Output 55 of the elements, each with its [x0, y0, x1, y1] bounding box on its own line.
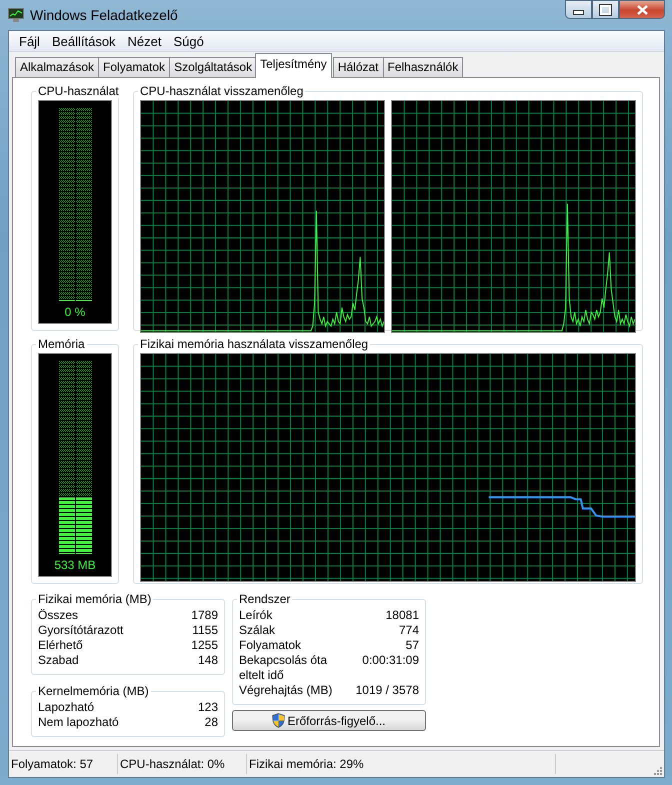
maximize-button[interactable] [592, 0, 619, 19]
stat-label: Összes [38, 608, 78, 623]
close-icon [636, 4, 648, 14]
menu-item[interactable]: Beállítások [46, 32, 122, 50]
stat-label: Folyamatok [239, 638, 302, 653]
group-title: Rendszer [238, 592, 292, 606]
tab[interactable]: Teljesítmény [255, 53, 332, 78]
minimize-icon [573, 10, 584, 15]
shield-icon [272, 713, 286, 728]
stat-label: Elérhető [38, 638, 83, 653]
window-title: Windows Feladatkezelő [30, 7, 179, 23]
menu-item[interactable]: Nézet [122, 32, 168, 50]
minimize-button[interactable] [565, 0, 592, 19]
tab[interactable]: Felhasználók [382, 57, 464, 77]
stat-value: 1155 [192, 623, 218, 638]
stat-value: 1255 [191, 638, 218, 653]
status-text: Fizikai memória: 29% [247, 754, 556, 774]
tab[interactable]: Szolgáltatások [169, 57, 258, 77]
group-title: Fizikai memória (MB) [37, 592, 152, 606]
stat-label: Leírók [239, 608, 272, 623]
menu-item[interactable]: Fájl [13, 32, 46, 50]
stat-value: 1789 [191, 608, 218, 623]
size-grip-icon[interactable] [652, 765, 662, 775]
stat-value: 18081 [386, 608, 419, 623]
group-title: Kernelmemória (MB) [37, 684, 150, 698]
tab[interactable]: Alkalmazások [15, 57, 100, 77]
close-button[interactable] [619, 0, 665, 19]
stat-value: 0:00:31:09 [362, 653, 419, 668]
group-title: CPU-használat visszamenőleg [139, 84, 304, 98]
maximize-icon [600, 4, 611, 14]
stat-value: 774 [398, 623, 419, 638]
meter-reading: 533 MB [54, 558, 96, 572]
stat-label: Bekapcsolás óta eltelt idő [239, 653, 328, 683]
stat-label: Végrehajtás (MB) [239, 683, 332, 698]
menu-item[interactable]: Súgó [168, 32, 210, 50]
tab[interactable]: Hálózat [332, 57, 384, 77]
tab[interactable]: Folyamatok [98, 57, 170, 77]
monitor-icon [8, 8, 24, 22]
stat-value: 28 [204, 715, 218, 730]
stat-value: 1019 / 3578 [356, 683, 419, 698]
status-text: CPU-használat: 0% [118, 754, 247, 774]
group-title: Fizikai memória használata visszamenőleg [139, 337, 370, 351]
group-title: CPU-használat [37, 84, 120, 98]
group-title: Memória [37, 337, 86, 351]
stat-label: Nem lapozható [38, 715, 119, 730]
stat-label: Lapozható [38, 700, 94, 715]
status-text: Folyamatok: 57 [9, 754, 118, 774]
resource-monitor-button[interactable]: Erőforrás-figyelő... [232, 710, 426, 731]
meter-reading: 0 % [64, 305, 86, 319]
stat-label: Szabad [38, 653, 79, 668]
stat-value: 57 [406, 638, 419, 653]
stat-label: Gyorsítótárazott [38, 623, 124, 638]
stat-label: Szálak [239, 623, 276, 638]
stat-value: 148 [198, 653, 218, 668]
stat-value: 123 [198, 700, 218, 715]
